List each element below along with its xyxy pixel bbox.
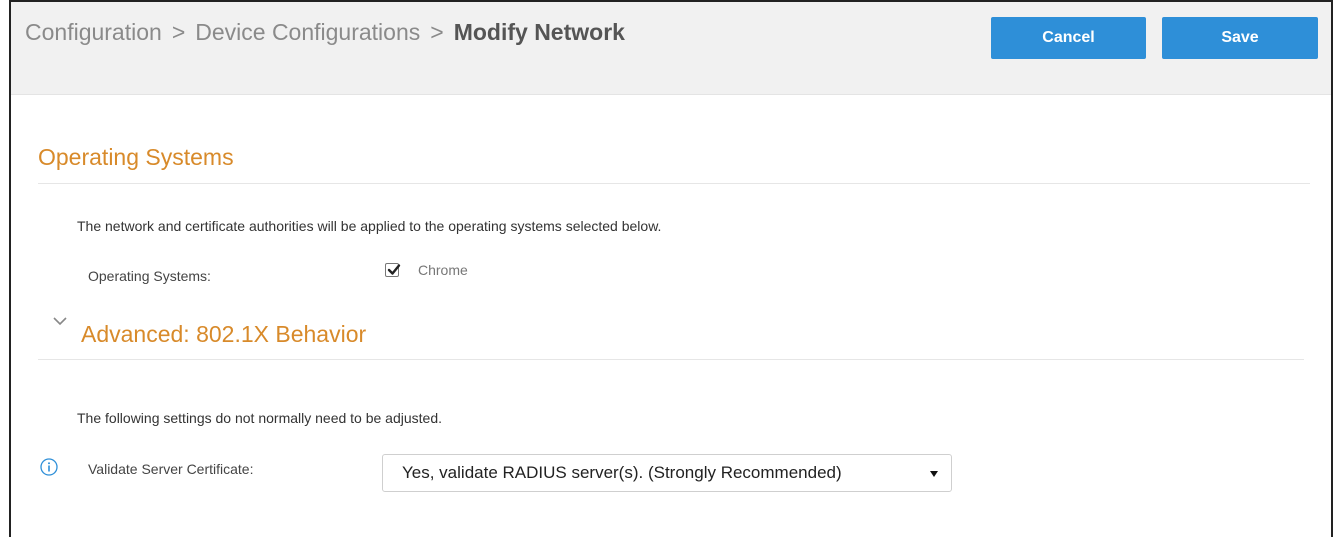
cancel-button[interactable]: Cancel — [991, 17, 1146, 59]
section-divider — [38, 359, 1304, 360]
dropdown-arrow-icon — [930, 471, 938, 477]
breadcrumb-item-configuration[interactable]: Configuration — [25, 19, 162, 45]
select-value: Yes, validate RADIUS server(s). (Strongl… — [402, 463, 842, 482]
advanced-description: The following settings do not normally n… — [77, 410, 443, 426]
section-title-advanced[interactable]: Advanced: 802.1X Behavior — [81, 321, 366, 348]
breadcrumb: Configuration > Device Configurations > Modi… — [25, 19, 625, 46]
validate-server-certificate-label: Validate Server Certificate: — [88, 461, 254, 477]
breadcrumb-item-current: Modify Network — [453, 19, 625, 45]
section-divider — [38, 183, 1310, 184]
checkmark-icon — [387, 264, 401, 275]
chevron-down-icon[interactable] — [52, 315, 68, 327]
breadcrumb-item-device-configurations[interactable]: Device Configurations — [195, 19, 420, 45]
chrome-label: Chrome — [418, 262, 468, 278]
save-button[interactable]: Save — [1162, 17, 1318, 59]
breadcrumb-separator: > — [171, 19, 186, 45]
chrome-checkbox[interactable] — [385, 263, 401, 277]
section-title-operating-systems: Operating Systems — [38, 144, 234, 170]
app-window: Configuration > Device Configurations > Modi… — [9, 0, 1333, 537]
os-option-chrome[interactable]: Chrome — [385, 262, 468, 278]
info-icon[interactable] — [40, 458, 58, 476]
breadcrumb-separator: > — [430, 19, 444, 45]
validate-server-certificate-select[interactable]: Yes, validate RADIUS server(s). (Strongl… — [382, 454, 952, 492]
operating-systems-description: The network and certificate authorities … — [77, 218, 662, 234]
top-bar: Configuration > Device Configurations > Modi… — [11, 2, 1331, 95]
operating-systems-label: Operating Systems: — [88, 268, 211, 284]
